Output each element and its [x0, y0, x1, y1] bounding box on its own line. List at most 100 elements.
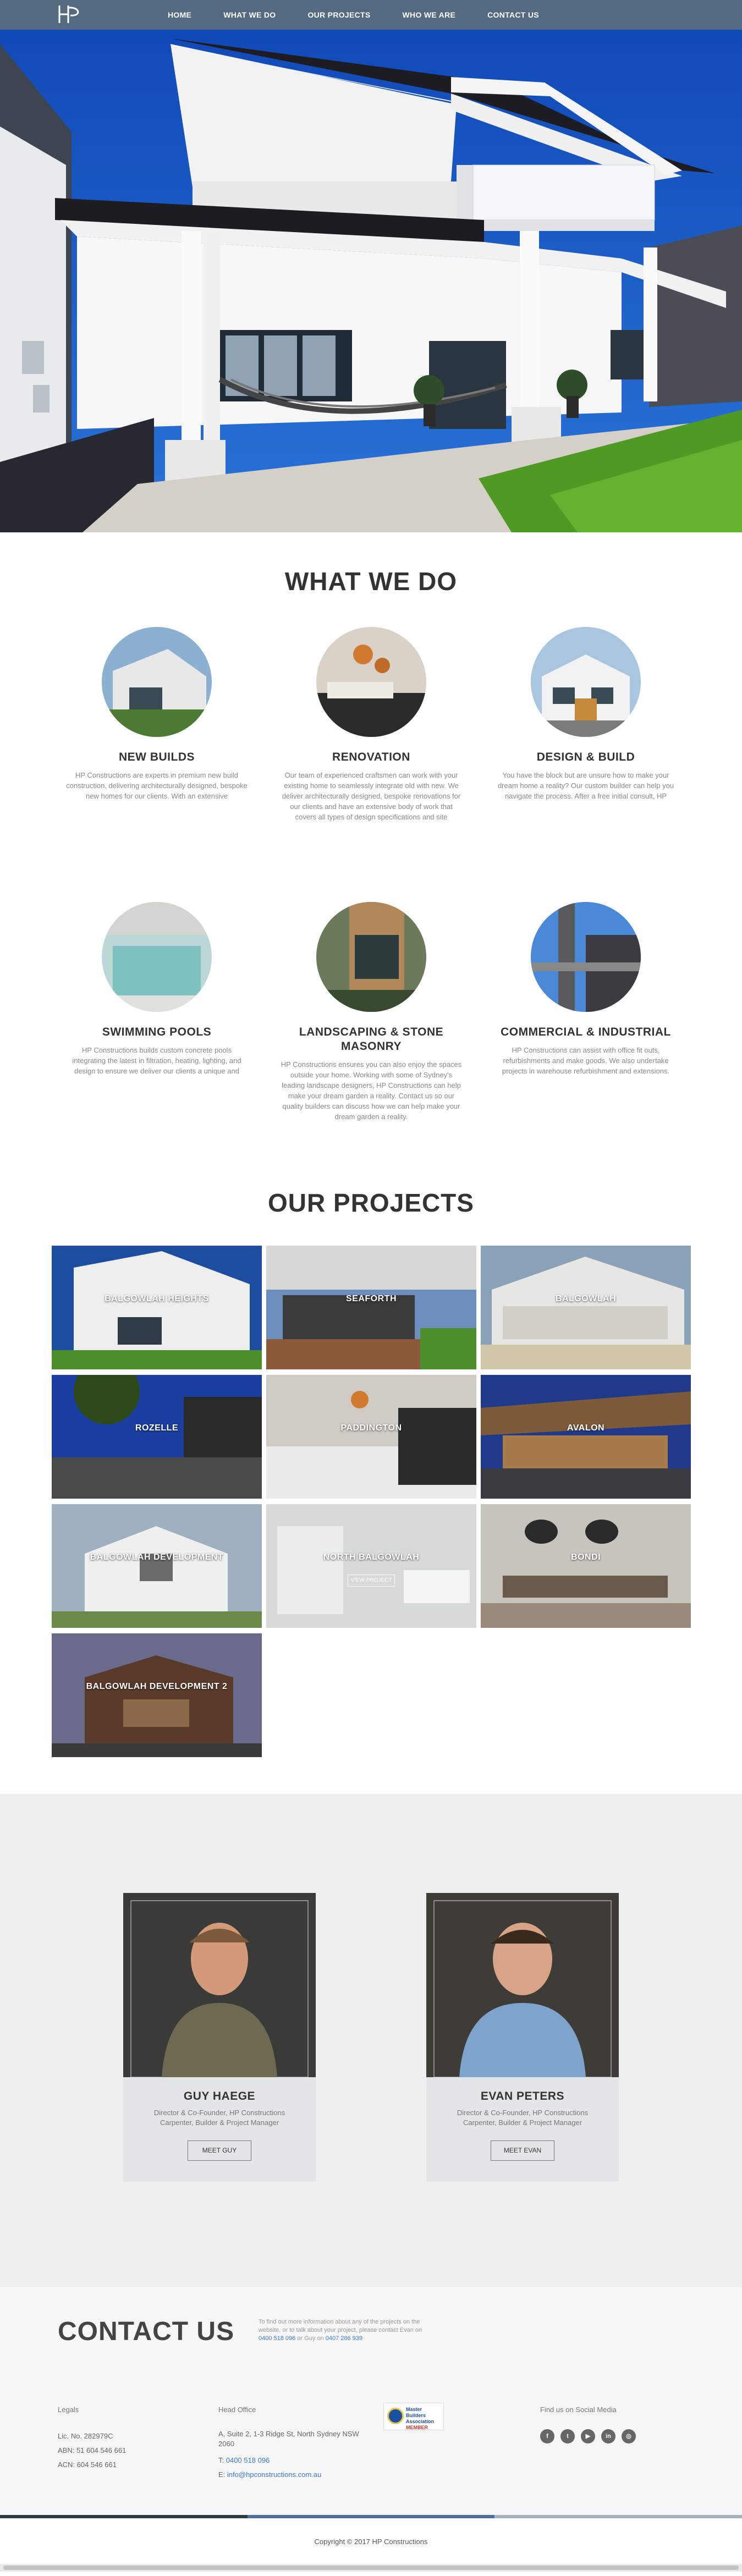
project-balgowlah-development-2[interactable]: BALGOWLAH DEVELOPMENT 2 [52, 1633, 262, 1757]
project-balgowlah[interactable]: BALGOWLAH [481, 1246, 691, 1369]
project-seaforth[interactable]: SEAFORTH [266, 1246, 476, 1369]
nav-what-we-do[interactable]: WHAT WE DO [223, 0, 276, 30]
head-office-heading: Head Office [218, 2406, 256, 2414]
member-role: Director & Co-Founder, HP Constructions [457, 2109, 589, 2117]
office-phone-link[interactable]: 0400 518 096 [226, 2456, 270, 2464]
contact-section: CONTACT US To find out more information … [0, 2287, 742, 2518]
service-design-build[interactable]: DESIGN & BUILD You have the block but ar… [490, 627, 682, 801]
landscaping-image [316, 902, 426, 1012]
project-label: SEAFORTH [346, 1294, 397, 1303]
member-name: GUY HAEGE [183, 2090, 256, 2102]
phone-label: T: [218, 2456, 224, 2464]
office-email: E: info@hpconstructions.com.au [218, 2468, 361, 2482]
meet-guy-button[interactable]: MEET GUY [188, 2140, 251, 2161]
top-navigation: HOME WHAT WE DO OUR PROJECTS WHO WE ARE … [0, 0, 742, 30]
project-label: PADDINGTON [340, 1423, 402, 1433]
meet-evan-button[interactable]: MEET EVAN [491, 2140, 554, 2161]
nav-who-we-are[interactable]: WHO WE ARE [403, 0, 456, 30]
office-address: A, Suite 2, 1-3 Ridge St, North Sydney N… [218, 2430, 359, 2448]
service-text: HP Constructions builds custom concrete … [72, 1046, 241, 1075]
guy-photo [123, 1893, 316, 2077]
service-title: SWIMMING POOLS [102, 1026, 212, 1038]
nav-our-projects[interactable]: OUR PROJECTS [307, 0, 370, 30]
service-title: RENOVATION [332, 751, 410, 763]
project-label: AVALON [567, 1423, 605, 1433]
service-text: HP Constructions ensures you can also en… [281, 1060, 462, 1121]
abn: ABN: 51 604 546 661 [58, 2446, 127, 2454]
member-name: EVAN PETERS [480, 2090, 565, 2102]
project-label: BALGOWLAH [555, 1294, 617, 1303]
service-title: LANDSCAPING & STONE MASONRY [299, 1026, 444, 1053]
guy-phone-link[interactable]: 0407 286 939 [326, 2335, 362, 2342]
acn: ACN: 604 546 661 [58, 2461, 117, 2469]
what-we-do-title: WHAT WE DO [284, 567, 458, 596]
project-bondi[interactable]: BONDI [481, 1504, 691, 1628]
project-label: BONDI [570, 1553, 601, 1562]
youtube-icon[interactable]: ▶ [581, 2429, 595, 2443]
project-label: ROZELLE [135, 1423, 179, 1433]
twitter-icon[interactable]: t [560, 2429, 575, 2443]
facebook-icon[interactable]: f [540, 2429, 554, 2443]
service-title: COMMERCIAL & INDUSTRIAL [501, 1026, 671, 1038]
mba-tag: MEMBER [406, 2425, 428, 2430]
service-title: DESIGN & BUILD [536, 751, 635, 763]
project-avalon[interactable]: AVALON [481, 1375, 691, 1499]
project-paddington[interactable]: PADDINGTON [266, 1375, 476, 1499]
scrollbar-thumb[interactable] [3, 2566, 739, 2570]
nav-contact-us[interactable]: CONTACT US [487, 0, 539, 30]
instagram-icon[interactable]: ◎ [622, 2429, 636, 2443]
team-section: GUY HAEGE Director & Co-Founder, HP Cons… [0, 1794, 742, 2287]
service-renovation[interactable]: RENOVATION Our team of experienced craft… [275, 627, 468, 822]
hero-image [0, 0, 742, 532]
copyright-text: Copyright © 2017 HP Constructions [314, 2538, 428, 2546]
member-trade: Carpenter, Builder & Project Manager [463, 2118, 582, 2127]
project-label: BALGOWLAH DEVELOPMENT [90, 1553, 224, 1562]
email-label: E: [218, 2470, 226, 2479]
service-text: HP Constructions are experts in premium … [66, 771, 248, 800]
social-column: Find us on Social Media f t ▶ in ◎ [540, 2403, 636, 2443]
social-heading: Find us on Social Media [540, 2406, 617, 2414]
project-label: NORTH BALGOWLAH [323, 1553, 420, 1562]
copyright-bar: Copyright © 2017 HP Constructions [0, 2524, 742, 2576]
licence-number: Lic. No. 282979C [58, 2432, 113, 2440]
member-trade: Carpenter, Builder & Project Manager [160, 2118, 279, 2127]
swimming-pools-image [102, 902, 212, 1012]
linkedin-icon[interactable]: in [601, 2429, 615, 2443]
service-swimming-pools[interactable]: SWIMMING POOLS HP Constructions builds c… [61, 902, 253, 1076]
new-builds-image [102, 627, 212, 737]
mba-line: Association [406, 2419, 435, 2424]
contact-intro-text: To find out more information about any o… [259, 2319, 422, 2333]
team-card-evan: EVAN PETERS Director & Co-Founder, HP Co… [426, 1893, 619, 2182]
project-north-balgowlah[interactable]: NORTH BALGOWLAH VIEW PROJECT [266, 1504, 476, 1628]
service-text: Our team of experienced craftsmen can wo… [282, 771, 461, 821]
project-balgowlah-development[interactable]: BALGOWLAH DEVELOPMENT [52, 1504, 262, 1628]
master-builders-logo: Master Builders Association MEMBER [383, 2403, 444, 2430]
our-projects-title: OUR PROJECTS [268, 1188, 474, 1217]
view-project-button[interactable]: VIEW PROJECT [348, 1575, 395, 1587]
service-title: NEW BUILDS [119, 751, 195, 763]
service-landscaping[interactable]: LANDSCAPING & STONE MASONRY HP Construct… [275, 902, 468, 1122]
service-new-builds[interactable]: NEW BUILDS HP Constructions are experts … [61, 627, 253, 801]
nav-home[interactable]: HOME [168, 0, 191, 30]
legals-column: Legals Lic. No. 282979C ABN: 51 604 546 … [58, 2403, 126, 2472]
project-label: BALGOWLAH DEVELOPMENT 2 [86, 1682, 228, 1691]
team-card-guy: GUY HAEGE Director & Co-Founder, HP Cons… [123, 1893, 316, 2182]
evan-photo [426, 1893, 619, 2077]
member-role: Director & Co-Founder, HP Constructions [153, 2109, 285, 2117]
office-phone: T: 0400 518 096 [218, 2453, 361, 2468]
service-text: You have the block but are unsure how to… [497, 771, 674, 800]
contact-intro: To find out more information about any o… [259, 2318, 435, 2343]
evan-phone-link[interactable]: 0400 518 096 [259, 2335, 295, 2342]
office-email-link[interactable]: info@hpconstructions.com.au [227, 2470, 321, 2479]
project-balgowlah-heights[interactable]: BALGOWLAH HEIGHTS [52, 1246, 262, 1369]
project-rozelle[interactable]: ROZELLE [52, 1375, 262, 1499]
design-build-image [531, 627, 641, 737]
service-commercial[interactable]: COMMERCIAL & INDUSTRIAL HP Constructions… [490, 902, 682, 1076]
renovation-image [316, 627, 426, 737]
mba-seal-icon [387, 2408, 404, 2424]
hp-logo[interactable] [56, 3, 87, 25]
project-label: BALGOWLAH HEIGHTS [105, 1294, 209, 1303]
horizontal-scrollbar[interactable] [0, 2564, 742, 2572]
footer-tricolor-divider [0, 2515, 742, 2518]
head-office-column: Head Office A, Suite 2, 1-3 Ridge St, No… [218, 2403, 361, 2482]
